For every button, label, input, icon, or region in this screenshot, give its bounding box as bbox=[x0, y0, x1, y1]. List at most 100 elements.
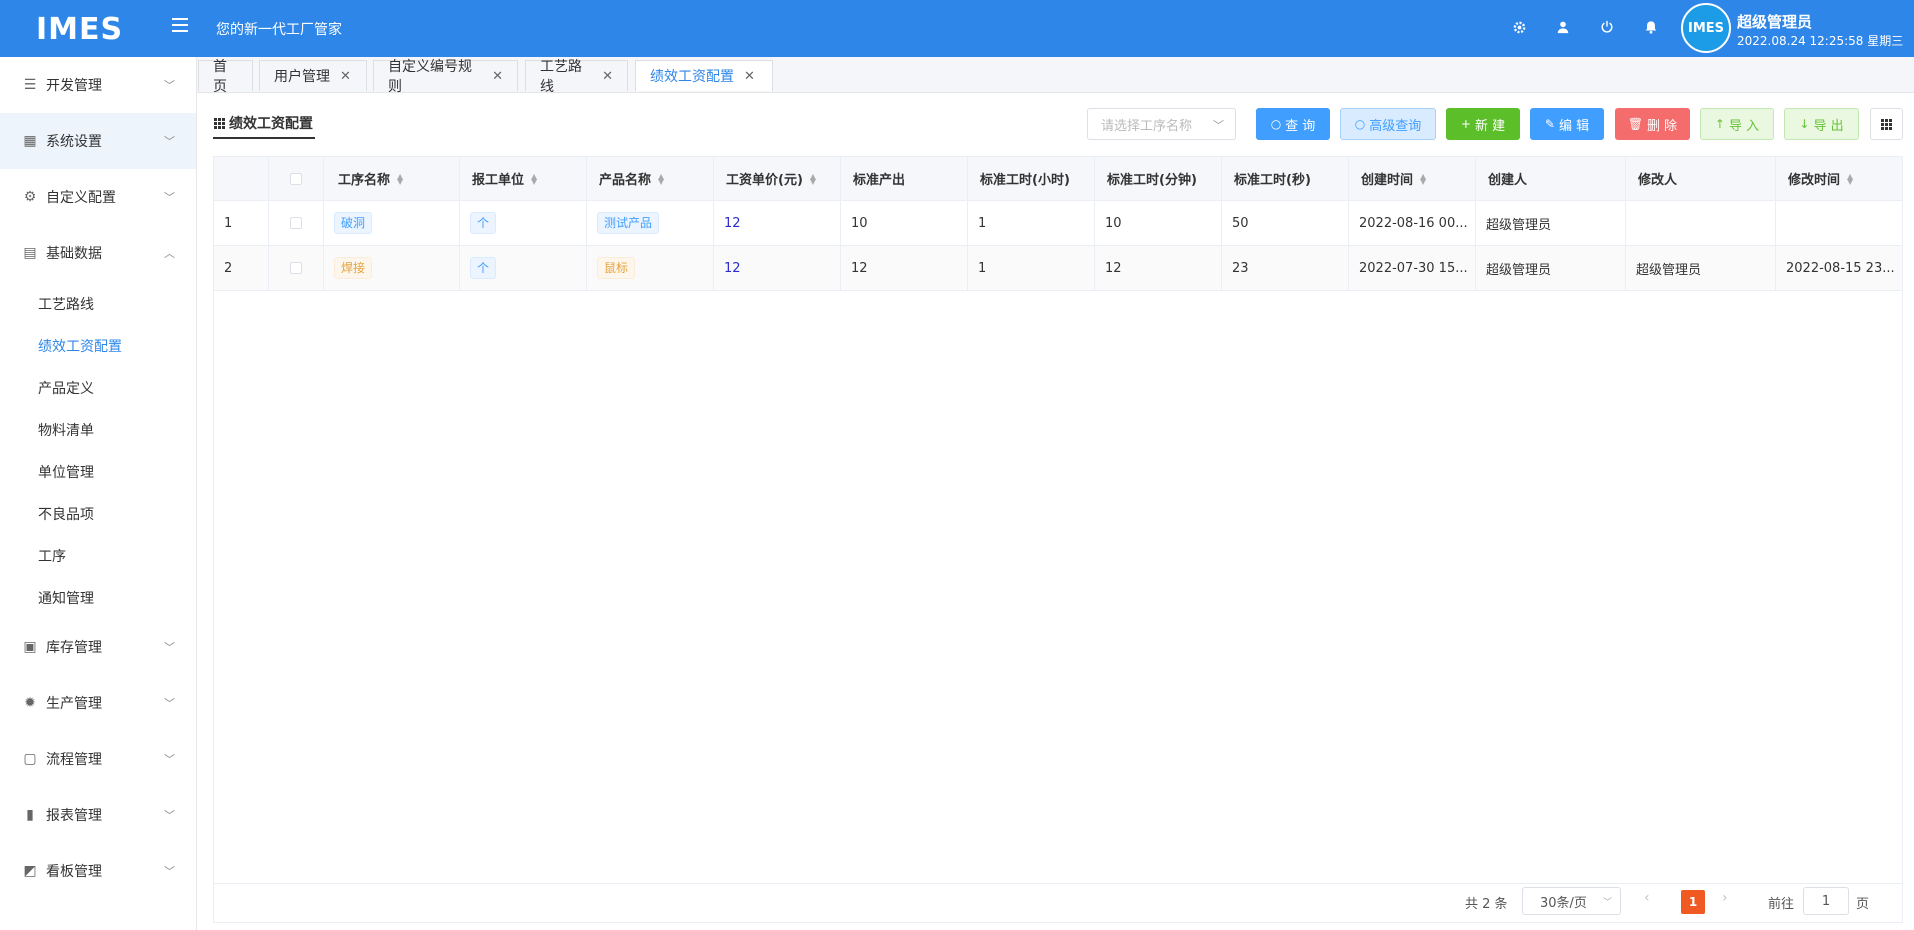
advanced-query-button[interactable]: ○ 高级查询 bbox=[1340, 108, 1436, 140]
sidebar-item-unit[interactable]: 单位管理 bbox=[38, 462, 94, 482]
import-button[interactable]: ↑ 导 入 bbox=[1700, 108, 1774, 140]
menu-toggle-icon[interactable] bbox=[172, 16, 190, 34]
grid-icon bbox=[214, 117, 225, 129]
user-icon[interactable] bbox=[1554, 18, 1572, 36]
table-header-process[interactable]: 工序名称 ▲ ▼ bbox=[324, 157, 460, 200]
current-page-button[interactable]: 1 bbox=[1681, 890, 1705, 914]
sidebar-group-dashboard[interactable]: ◩ 看板管理 ﹀ bbox=[0, 843, 196, 899]
sort-icon[interactable]: ▲ ▼ bbox=[1847, 172, 1853, 185]
page-size-select[interactable]: 30条/页 ﹀ bbox=[1522, 887, 1621, 915]
title-underline bbox=[213, 137, 315, 139]
cell-modifier: 超级管理员 bbox=[1626, 246, 1776, 290]
sidebar-item-notice[interactable]: 通知管理 bbox=[38, 588, 94, 608]
button-label: 新 建 bbox=[1474, 118, 1506, 134]
chevron-down-icon: ﹀ bbox=[164, 135, 175, 148]
search-icon: ○ bbox=[1270, 117, 1282, 131]
sidebar-group-report[interactable]: ▮ 报表管理 ﹀ bbox=[0, 787, 196, 843]
sidebar-group-dev[interactable]: ☰ 开发管理 ﹀ bbox=[0, 57, 196, 113]
edit-button[interactable]: ✎ 编 辑 bbox=[1530, 108, 1604, 140]
app-slogan: 您的新一代工厂管家 bbox=[216, 22, 342, 38]
table-header-modified[interactable]: 修改时间 ▲ ▼ bbox=[1776, 157, 1902, 200]
close-icon[interactable]: ✕ bbox=[602, 69, 613, 84]
sort-icon[interactable]: ▲ ▼ bbox=[810, 172, 816, 185]
query-button[interactable]: ○ 查 询 bbox=[1256, 108, 1330, 140]
sliders-icon: ☰ bbox=[23, 77, 37, 93]
export-button[interactable]: ↓ 导 出 bbox=[1784, 108, 1859, 140]
unit-tag: 个 bbox=[470, 257, 497, 279]
flow-icon: ▢ bbox=[23, 751, 37, 767]
process-tag: 焊接 bbox=[334, 257, 373, 279]
create-button[interactable]: + 新 建 bbox=[1446, 108, 1520, 140]
close-icon[interactable]: ✕ bbox=[492, 69, 503, 84]
column-label: 创建人 bbox=[1488, 173, 1528, 188]
cell-unit: 个 bbox=[460, 201, 587, 245]
next-page-icon[interactable]: › bbox=[1722, 890, 1728, 906]
power-icon[interactable] bbox=[1598, 18, 1616, 36]
gear-icon[interactable] bbox=[1510, 18, 1528, 36]
table-row[interactable]: 1 破洞 个 测试产品 12 10 1 10 50 2022-08-16 00.… bbox=[214, 201, 1902, 246]
table-header-output: 标准产出 bbox=[841, 157, 968, 200]
sidebar-item-process[interactable]: 工序 bbox=[38, 546, 66, 566]
cell-process: 破洞 bbox=[324, 201, 460, 245]
sort-icon[interactable]: ▲ ▼ bbox=[397, 172, 403, 185]
prev-page-icon[interactable]: ‹ bbox=[1644, 890, 1650, 906]
sidebar-group-production[interactable]: ✹ 生产管理 ﹀ bbox=[0, 675, 196, 731]
cell-hours: 1 bbox=[968, 201, 1095, 245]
sort-icon[interactable]: ▲ ▼ bbox=[1420, 172, 1426, 185]
tab-performance-wage[interactable]: 绩效工资配置 ✕ bbox=[635, 60, 773, 91]
sidebar-item-defect[interactable]: 不良品项 bbox=[38, 504, 94, 524]
app-logo: IMES bbox=[36, 12, 124, 47]
select-all-checkbox[interactable] bbox=[290, 172, 302, 185]
cell-modified: 2022-08-15 23... bbox=[1786, 260, 1895, 276]
sidebar-group-custom[interactable]: ⚙ 自定义配置 ﹀ bbox=[0, 169, 196, 225]
trash-icon: 🗑 bbox=[1627, 117, 1644, 131]
sort-icon[interactable]: ▲ ▼ bbox=[531, 172, 537, 185]
cell-seconds: 50 bbox=[1222, 201, 1349, 245]
table-header-unit[interactable]: 报工单位 ▲ ▼ bbox=[460, 157, 587, 200]
tab-label: 自定义编号规则 bbox=[388, 59, 472, 95]
tab-custom-numbering[interactable]: 自定义编号规则 ✕ bbox=[373, 59, 518, 95]
sidebar-item-bom[interactable]: 物料清单 bbox=[38, 420, 94, 440]
button-label: 查 询 bbox=[1285, 118, 1316, 134]
close-icon[interactable]: ✕ bbox=[744, 69, 755, 84]
sidebar-item-performance-wage[interactable]: 绩效工资配置 bbox=[38, 336, 122, 356]
row-checkbox[interactable] bbox=[290, 262, 302, 274]
table-header-created[interactable]: 创建时间 ▲ ▼ bbox=[1349, 157, 1476, 200]
top-bar: IMES 您的新一代工厂管家 IMES 超级管理员 2022.08.24 12:… bbox=[0, 0, 1914, 57]
column-label: 标准产出 bbox=[853, 173, 906, 188]
table-header-price[interactable]: 工资单价(元) ▲ ▼ bbox=[714, 157, 841, 200]
delete-button[interactable]: 🗑 删 除 bbox=[1615, 108, 1690, 140]
table-header-product[interactable]: 产品名称 ▲ ▼ bbox=[587, 157, 714, 200]
goto-page-input[interactable]: 1 bbox=[1803, 887, 1849, 915]
avatar[interactable]: IMES bbox=[1681, 3, 1731, 53]
sidebar-group-inventory[interactable]: ▣ 库存管理 ﹀ bbox=[0, 619, 196, 675]
table-header-select bbox=[269, 157, 324, 200]
tab-home[interactable]: 首页 bbox=[198, 59, 253, 95]
column-label: 报工单位 bbox=[472, 173, 525, 188]
user-name: 超级管理员 bbox=[1737, 13, 1813, 31]
process-select[interactable]: 请选择工序名称 ﹀ bbox=[1087, 108, 1236, 140]
tab-process-route[interactable]: 工艺路线 ✕ bbox=[525, 59, 628, 95]
tab-user-management[interactable]: 用户管理 ✕ bbox=[259, 60, 367, 91]
chevron-down-icon: ﹀ bbox=[1602, 897, 1612, 908]
current-datetime: 2022.08.24 12:25:58 星期三 bbox=[1737, 34, 1904, 48]
grid-icon: ▦ bbox=[23, 133, 37, 149]
row-checkbox[interactable] bbox=[290, 217, 302, 229]
pagination-total: 共 2 条 bbox=[1465, 897, 1508, 912]
sidebar-item-route[interactable]: 工艺路线 bbox=[38, 294, 94, 314]
column-settings-button[interactable] bbox=[1870, 108, 1903, 140]
sidebar-item-product[interactable]: 产品定义 bbox=[38, 378, 94, 398]
sort-icon[interactable]: ▲ ▼ bbox=[658, 172, 664, 185]
sidebar-group-system[interactable]: ▦ 系统设置 ﹀ bbox=[0, 113, 196, 169]
row-index: 1 bbox=[214, 201, 269, 245]
close-icon[interactable]: ✕ bbox=[340, 69, 351, 84]
sidebar-group-basic-data[interactable]: ▤ 基础数据 ︿ bbox=[0, 225, 196, 281]
column-label: 修改时间 bbox=[1788, 173, 1841, 188]
row-index: 2 bbox=[214, 246, 269, 290]
goto-label: 前往 bbox=[1768, 897, 1795, 912]
unit-tag: 个 bbox=[470, 212, 497, 234]
sidebar-group-flow[interactable]: ▢ 流程管理 ﹀ bbox=[0, 731, 196, 787]
table-row[interactable]: 2 焊接 个 鼠标 12 12 1 12 23 2022-07-30 15...… bbox=[214, 246, 1902, 291]
bell-icon[interactable] bbox=[1642, 18, 1660, 36]
sidebar-group-label: 看板管理 bbox=[46, 864, 102, 880]
